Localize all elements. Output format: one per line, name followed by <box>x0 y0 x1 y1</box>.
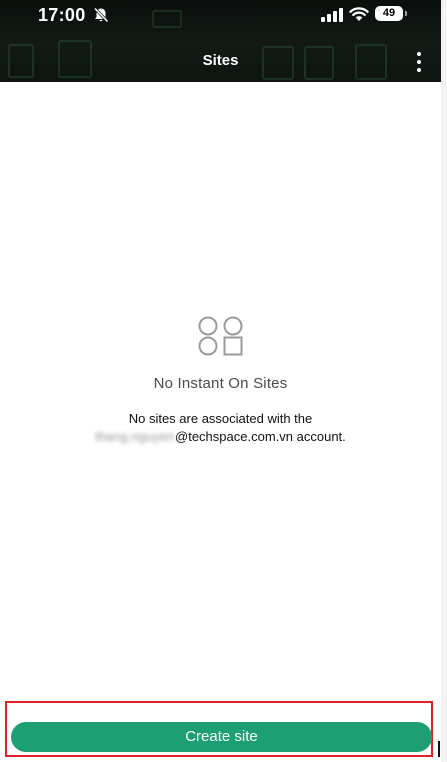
battery-cap <box>405 11 407 16</box>
status-bar: 17:00 49 <box>0 0 441 30</box>
sites-placeholder-icon <box>198 316 242 356</box>
empty-state: No Instant On Sites No sites are associa… <box>0 316 441 446</box>
app-header: 17:00 49 Sites <box>0 0 441 82</box>
battery-icon: 49 <box>375 6 403 21</box>
create-site-button[interactable]: Create site <box>11 722 432 752</box>
status-time: 17:00 <box>38 5 86 25</box>
empty-state-title: No Instant On Sites <box>153 375 288 392</box>
empty-state-message-line2: account. <box>296 429 346 444</box>
page-title: Sites <box>202 52 239 69</box>
more-vertical-icon <box>417 52 421 56</box>
empty-state-message-line1: No sites are associated with the <box>128 411 313 426</box>
account-email: thang.nguyen@techspace.com.vn account. <box>95 428 346 446</box>
cellular-signal-icon <box>321 8 343 22</box>
bell-slash-icon <box>93 7 109 23</box>
wifi-icon <box>349 7 369 21</box>
battery-level: 49 <box>382 7 396 19</box>
more-options-button[interactable] <box>405 48 433 76</box>
more-vertical-icon <box>417 68 421 72</box>
redacted-email-user: thang.nguyen <box>95 429 175 444</box>
empty-state-message: No sites are associated with the thang.n… <box>0 410 441 446</box>
text-cursor <box>438 741 440 757</box>
sites-screen: 17:00 49 Sites No Instant On Sites No si… <box>0 0 441 762</box>
email-domain: @techspace.com.vn <box>175 429 293 444</box>
more-vertical-icon <box>417 60 421 64</box>
screen-edge <box>441 0 447 762</box>
